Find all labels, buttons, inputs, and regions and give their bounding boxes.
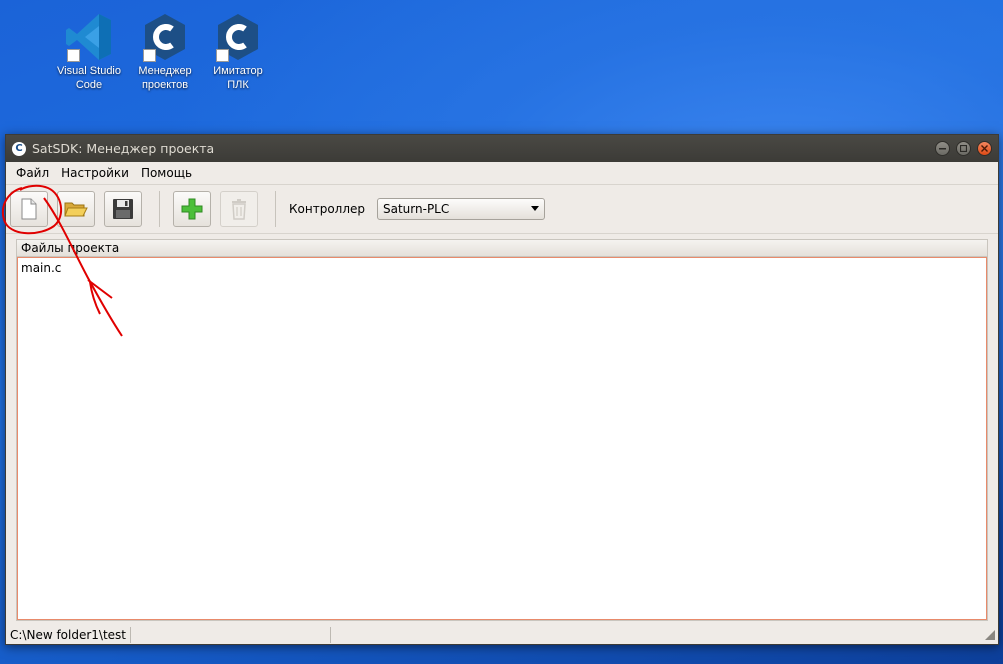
desktop-icon-project-manager[interactable]: Менеджер проектов [127, 12, 203, 92]
chevron-down-icon [531, 206, 539, 211]
satsdk-c-icon [141, 12, 189, 62]
open-folder-button[interactable] [57, 191, 95, 227]
desktop-icon-label: ПЛК [227, 79, 249, 91]
new-file-icon [21, 198, 37, 220]
plus-icon [181, 198, 203, 220]
controller-select-value: Saturn-PLC [383, 202, 450, 216]
menu-bar: Файл Настройки Помощь [6, 162, 998, 184]
delete-file-button[interactable] [220, 191, 258, 227]
controller-label: Контроллер [289, 202, 365, 216]
desktop-icon-label: Code [75, 79, 103, 91]
trash-icon [232, 199, 246, 220]
title-bar[interactable]: C SatSDK: Менеджер проекта [6, 135, 998, 162]
save-button[interactable] [104, 191, 142, 227]
close-button[interactable] [977, 141, 992, 156]
list-item[interactable]: main.c [18, 258, 986, 275]
open-folder-icon [64, 202, 88, 217]
desktop-icon-label: проектов [141, 79, 189, 91]
satsdk-c-icon [214, 12, 262, 62]
project-files-list[interactable]: main.c [17, 257, 987, 620]
desktop-icon-plc-simulator[interactable]: Имитатор ПЛК [200, 12, 276, 92]
shortcut-arrow-icon [216, 49, 229, 62]
shortcut-arrow-icon [67, 49, 80, 62]
window-title: SatSDK: Менеджер проекта [32, 141, 215, 156]
minimize-button[interactable] [935, 141, 950, 156]
desktop-icon-label: Visual Studio [56, 65, 121, 77]
vscode-icon [65, 12, 113, 62]
close-icon [981, 145, 988, 152]
project-manager-window: C SatSDK: Менеджер проекта Файл Настройк… [5, 134, 999, 645]
shortcut-arrow-icon [143, 49, 156, 62]
menu-file[interactable]: Файл [10, 166, 55, 180]
project-files-header[interactable]: Файлы проекта [17, 240, 987, 257]
controller-select[interactable]: Saturn-PLC [377, 198, 545, 220]
toolbar-separator [275, 191, 276, 227]
new-file-button[interactable] [10, 191, 48, 227]
app-logo-icon: C [12, 141, 26, 156]
project-files-panel: Файлы проекта main.c [16, 239, 988, 621]
maximize-icon [960, 145, 967, 152]
desktop-icon-label: Менеджер [138, 65, 192, 77]
toolbar-separator [159, 191, 160, 227]
desktop-icon-label: Имитатор [213, 65, 263, 77]
desktop-icon-vscode[interactable]: Visual Studio Code [51, 12, 127, 92]
status-bar: C:\New folder1\test [6, 626, 998, 644]
status-cell-empty [131, 627, 331, 643]
toolbar: Контроллер Saturn-PLC [6, 184, 998, 234]
resize-grip-icon[interactable] [985, 630, 995, 640]
save-icon [113, 199, 133, 219]
maximize-button[interactable] [956, 141, 971, 156]
status-path: C:\New folder1\test [6, 627, 131, 643]
minimize-icon [939, 148, 946, 150]
menu-help[interactable]: Помощь [135, 166, 198, 180]
menu-settings[interactable]: Настройки [55, 166, 135, 180]
add-file-button[interactable] [173, 191, 211, 227]
